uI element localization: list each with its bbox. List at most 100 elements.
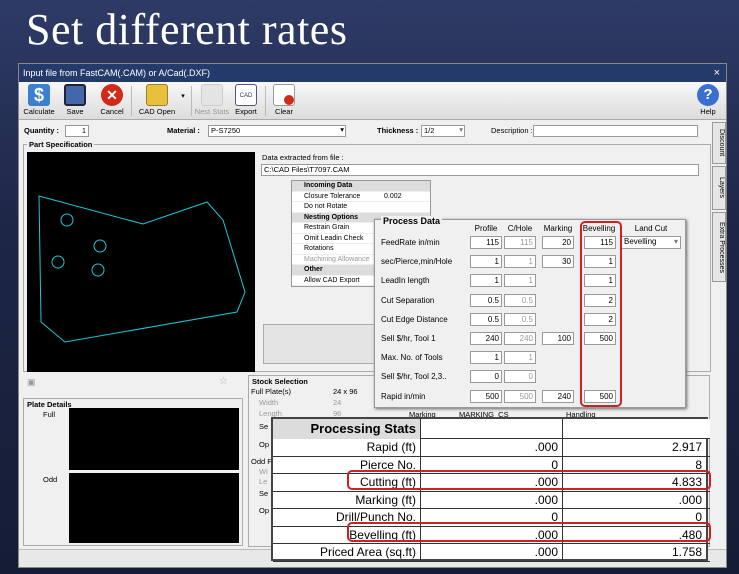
print-icon[interactable]: ▣ [27,377,36,388]
stats-cell-label: Priced Area (sq.ft) [273,544,421,562]
toolbar-separator [265,86,266,116]
process-field-chole[interactable]: 1 [504,274,536,288]
tree-row-closure[interactable]: Closure Tolerance 0.002 [292,192,430,202]
process-field-chole[interactable]: 240 [504,332,536,345]
description-input[interactable] [533,125,698,137]
process-field-profile[interactable]: 0.5 [470,312,502,326]
thickness-label: Thickness : [377,126,419,135]
cad-open-dropdown-icon[interactable]: ▾ [179,92,187,100]
col-chole: C/Hole [507,224,533,233]
side-tabs: Discount Layers Extra Processes [712,122,726,332]
process-field-chole[interactable]: 1 [504,351,536,365]
tab-layers[interactable]: Layers [712,166,726,210]
process-field-profile[interactable]: 500 [470,389,502,403]
process-field-chole[interactable]: 0 [504,370,536,384]
process-field-profile[interactable]: 240 [470,332,502,345]
tab-extra-processes[interactable]: Extra Processes [712,212,726,282]
cancel-icon: ✕ [101,84,123,106]
floppy-icon [64,84,86,106]
process-field-marking[interactable]: 30 [542,255,574,269]
odd-select-label: Se [259,489,269,498]
land-cut-value: Bevelling [624,237,657,246]
select-label: Se [259,422,269,431]
process-field-profile[interactable]: 0 [470,370,502,384]
stats-row: Rapid (ft) .000 2.917 [273,439,710,457]
process-field-chole[interactable]: 115 [504,236,536,249]
cutting-highlight [347,470,711,490]
process-field-chole[interactable]: 0.5 [504,293,536,307]
full-plates-label: Full Plate(s) [251,387,292,396]
stats-cell-label: Rapid (ft) [273,439,421,457]
chevron-down-icon: ▾ [673,237,678,246]
land-cut-select[interactable]: Bevelling ▾ [621,236,681,249]
col-marking: Marking [543,224,573,233]
process-field-marking[interactable]: 100 [542,332,574,345]
thickness-select[interactable]: 1/2 ▾ [421,125,465,137]
process-row-label: LeadIn length [381,276,430,286]
stats-col-a-header [421,419,563,439]
odd-width-label: Wi [259,467,268,476]
material-value: P-S7250 [211,126,241,135]
process-field-profile[interactable]: 1 [470,255,502,269]
stats-col-b-header [563,419,708,439]
bevelling-stats-highlight [347,522,711,542]
process-field-chole[interactable]: 0.5 [504,312,536,326]
stats-header-row: Processing Stats [273,419,710,439]
odd-plate-preview [69,473,239,543]
close-icon[interactable]: × [714,64,720,82]
stats-title: Processing Stats [273,419,421,439]
process-row-label: Max. No. of Tools [381,353,443,363]
process-field-profile[interactable]: 115 [470,236,502,249]
quantity-input[interactable]: 1 [65,125,89,137]
process-field-profile[interactable]: 1 [470,274,502,288]
cad-open-button[interactable]: CAD Open [135,84,179,116]
hole-circle [60,213,74,227]
export-button[interactable]: CAD Export [231,84,261,116]
closure-value: 0.002 [384,192,402,200]
process-field-profile[interactable]: 1 [470,351,502,365]
save-button[interactable]: Save [61,84,89,116]
star-icon[interactable]: ☆ [219,376,228,387]
stats-cell-b: .000 [678,492,702,507]
stats-row: Marking (ft) .000.000 [273,491,710,509]
export-icon: CAD [235,84,257,106]
material-select[interactable]: P-S7250 ▾ [208,125,346,137]
part-outline [38,195,246,343]
process-field-marking[interactable]: 20 [542,236,574,249]
clear-label: Clear [275,107,293,116]
stock-selection-title: Stock Selection [252,377,308,386]
stats-cell-b: 2.917 [671,440,702,454]
help-button[interactable]: ? Help [695,84,721,116]
nest-stats-button[interactable]: Nest Stats [194,84,230,116]
process-data-panel: Process Data Profile C/Hole Marking Beve… [374,216,686,408]
toolbar: $ Calculate Save ✕ Cancel CAD Open ▾ Nes… [19,82,726,120]
hole-circle [51,255,65,269]
plate-full-label: Full [43,410,56,419]
window-titlebar: Input file from FastCAM(.CAM) or A/Cad(.… [19,64,726,82]
tree-row-do-not-rotate[interactable]: Do not Rotate [292,202,430,213]
full-plates-value: 24 x 96 [333,387,358,396]
cancel-button[interactable]: ✕ Cancel [97,84,127,116]
tab-discount[interactable]: Discount [712,122,726,164]
chevron-down-icon: ▾ [459,125,463,134]
stats-cell-a: .000 [421,491,563,509]
clear-button[interactable]: Clear [269,84,299,116]
part-specification-title: Part Specification [27,140,95,149]
stats-cell-a: .000 [421,439,563,457]
save-label: Save [66,107,84,116]
quantity-label: Quantity : [24,126,59,135]
folder-open-icon [146,84,168,106]
part-outline-drawing [38,195,246,343]
tree-header-incoming[interactable]: Incoming Data [292,181,430,192]
slide-title: Set different rates [26,5,348,54]
stats-cell-b: 1.758 [671,545,702,559]
process-field-chole[interactable]: 1 [504,255,536,269]
process-field-profile[interactable]: 0.5 [470,293,502,307]
odd-plates-label: Odd P [251,457,273,466]
process-field-marking[interactable]: 240 [542,389,574,403]
chevron-down-icon: ▾ [340,125,344,134]
process-field-chole[interactable]: 500 [504,389,536,403]
plate-details-title: Plate Details [27,400,72,409]
process-data-title: Process Data [381,216,443,226]
calculate-button[interactable]: $ Calculate [22,84,56,116]
